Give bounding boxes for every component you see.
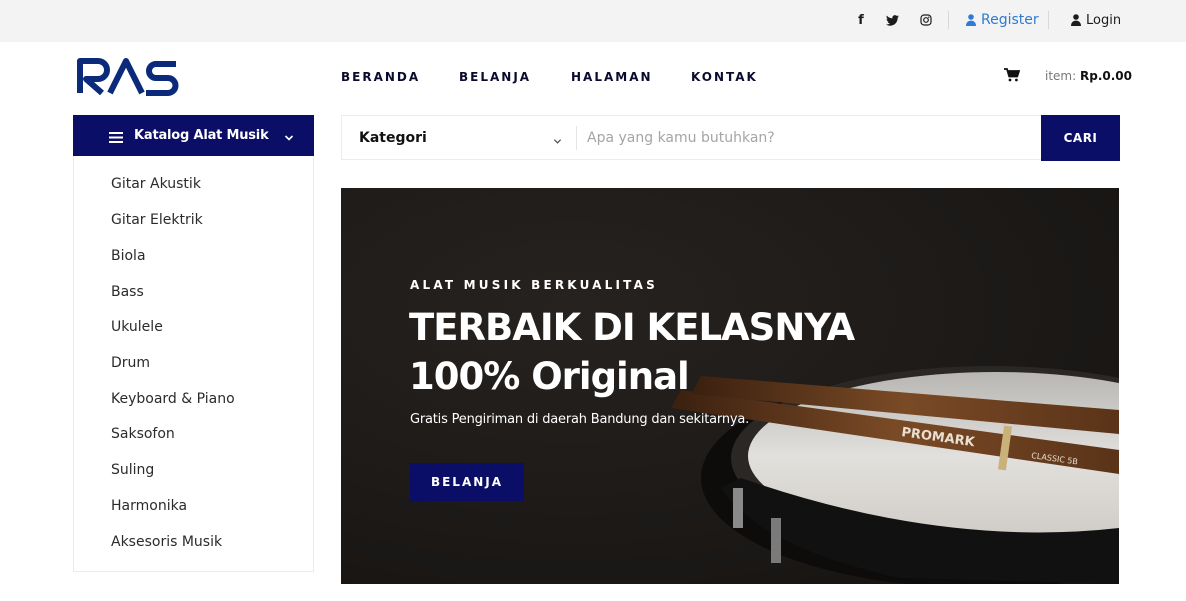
catalog-item-aksesoris-musik[interactable]: Aksesoris Musik xyxy=(111,534,222,550)
user-icon xyxy=(966,14,976,26)
catalog-item-saksofon[interactable]: Saksofon xyxy=(111,426,175,442)
catalog-item-bass[interactable]: Bass xyxy=(111,284,144,300)
chevron-down-icon[interactable] xyxy=(553,133,562,144)
catalog-toggle[interactable]: Katalog Alat Musik xyxy=(73,115,314,156)
nav-kontak[interactable]: KONTAK xyxy=(691,70,758,86)
cart-icon[interactable] xyxy=(1004,68,1021,82)
hero-title-secondary: 100% Original xyxy=(409,355,690,398)
search-button[interactable]: CARI xyxy=(1041,115,1120,161)
hero-kicker: ALAT MUSIK BERKUALITAS xyxy=(410,278,658,292)
login-link[interactable]: Login xyxy=(1071,11,1121,29)
chevron-down-icon xyxy=(284,130,294,141)
hero-title: TERBAIK DI KELASNYA xyxy=(409,306,855,349)
instagram-icon[interactable] xyxy=(918,12,934,28)
shop-button[interactable]: BELANJA xyxy=(410,463,524,501)
ras-logo[interactable] xyxy=(76,56,180,96)
search-input[interactable] xyxy=(587,121,1027,155)
register-label: Register xyxy=(981,12,1039,28)
catalog-item-suling[interactable]: Suling xyxy=(111,462,154,478)
catalog-item-biola[interactable]: Biola xyxy=(111,248,146,264)
search-divider xyxy=(576,126,577,150)
login-label: Login xyxy=(1086,12,1122,28)
nav-belanja[interactable]: BELANJA xyxy=(459,70,531,86)
menu-icon xyxy=(109,130,123,143)
nav-halaman[interactable]: HALAMAN xyxy=(571,70,653,86)
topbar-divider xyxy=(948,11,949,29)
catalog-list: Gitar Akustik Gitar Elektrik Biola Bass … xyxy=(73,156,314,572)
catalog-item-keyboard-piano[interactable]: Keyboard & Piano xyxy=(111,391,235,407)
search-bar: Kategori CARI xyxy=(341,115,1120,161)
facebook-icon[interactable]: f xyxy=(853,12,869,28)
catalog-item-gitar-akustik[interactable]: Gitar Akustik xyxy=(111,176,201,192)
category-select[interactable]: Kategori xyxy=(359,130,427,146)
register-link[interactable]: Register xyxy=(966,11,1039,29)
user-icon xyxy=(1071,14,1081,26)
nav-beranda[interactable]: BERANDA xyxy=(341,70,420,86)
hero-subtitle: Gratis Pengiriman di daerah Bandung dan … xyxy=(410,412,750,427)
cart-total: Rp.0.00 xyxy=(1079,69,1132,83)
cart-label: item: xyxy=(1045,69,1077,83)
hero-banner: PROMARK CLASSIC 5B ALAT MUSIK BERKUALITA… xyxy=(341,188,1119,584)
cart-summary[interactable]: item: Rp.0.00 xyxy=(1045,69,1132,83)
catalog-item-drum[interactable]: Drum xyxy=(111,355,150,371)
twitter-icon[interactable] xyxy=(884,12,900,28)
catalog-title: Katalog Alat Musik xyxy=(134,128,269,143)
catalog-item-gitar-elektrik[interactable]: Gitar Elektrik xyxy=(111,212,203,228)
top-bar: f Register Login xyxy=(0,0,1186,42)
catalog-item-harmonika[interactable]: Harmonika xyxy=(111,498,187,514)
catalog-item-ukulele[interactable]: Ukulele xyxy=(111,319,163,335)
topbar-divider xyxy=(1048,11,1049,29)
